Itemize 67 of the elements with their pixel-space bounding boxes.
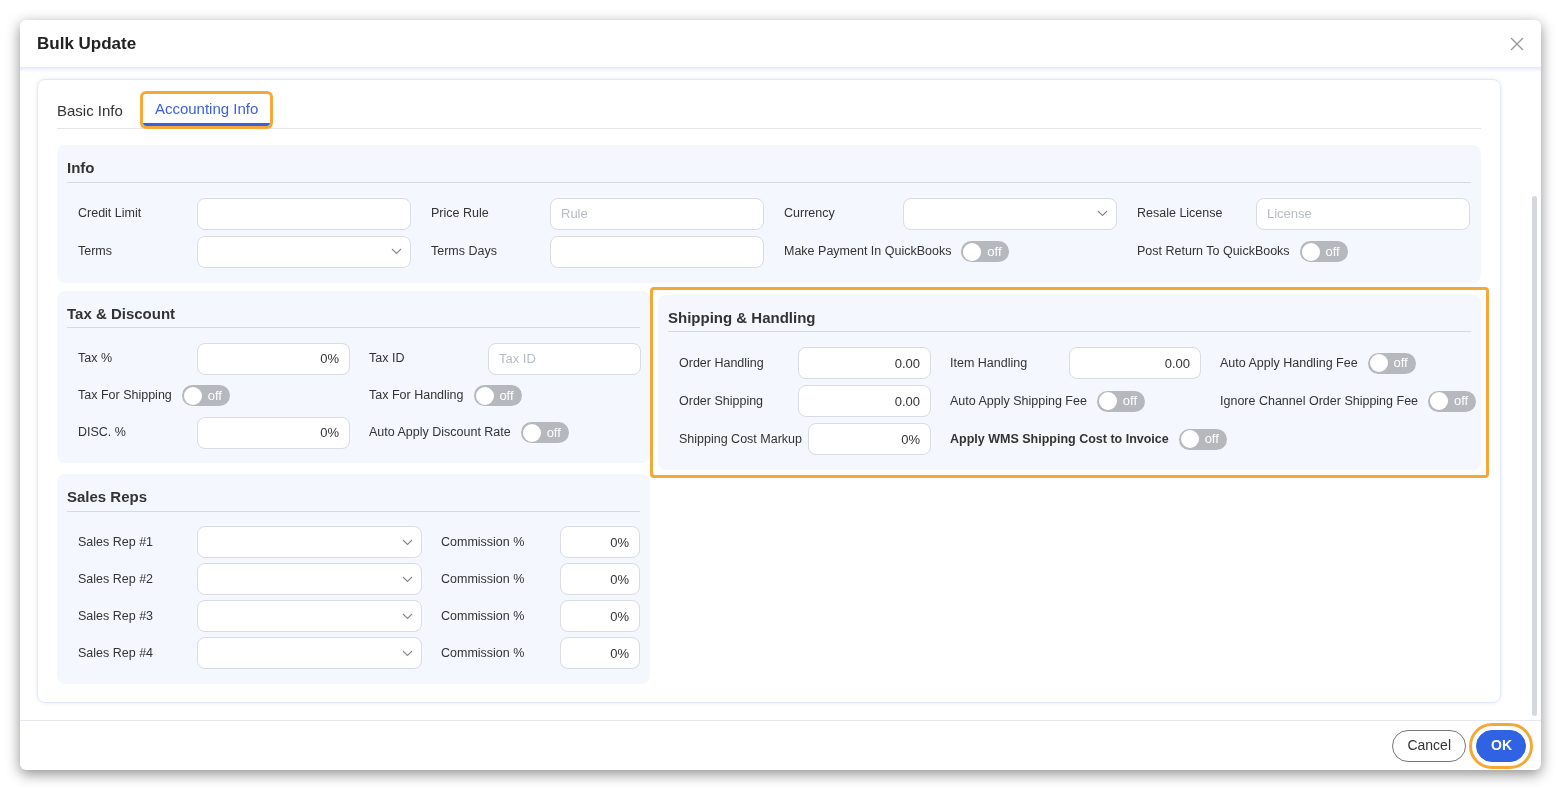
chevron-down-icon [391, 248, 402, 255]
field-label: Sales Rep #3 [78, 607, 155, 625]
chevron-down-icon [402, 649, 413, 657]
tab[interactable]: Basic Info [57, 94, 133, 126]
field-label: Sales Rep #2 [78, 570, 155, 588]
field-label: Terms Days [431, 243, 498, 261]
input-field[interactable] [197, 197, 411, 230]
dropdown[interactable] [197, 600, 422, 632]
input-field[interactable]: License [1256, 197, 1470, 230]
input-field[interactable] [550, 235, 764, 268]
chevron-down-icon [402, 612, 413, 620]
field-label: Commission % [441, 644, 526, 662]
field-label: Order Shipping [679, 392, 765, 410]
field-label: Item Handling [950, 354, 1029, 372]
field-label: Commission % [441, 607, 526, 625]
field-label: Auto Apply Handling Fee [1220, 354, 1359, 372]
field-label: Sales Rep #1 [78, 533, 155, 551]
input-field[interactable]: 0% [560, 637, 640, 669]
field-label: Apply WMS Shipping Cost to Invoice [950, 430, 1170, 448]
field-label: Post Return To QuickBooks [1137, 243, 1291, 261]
field-label: Tax % [78, 350, 114, 368]
input-field[interactable]: 0% [560, 526, 640, 558]
field-label: Tax For Shipping [78, 387, 173, 405]
input-field[interactable]: 0.00 [1069, 347, 1201, 379]
dialog-title: Bulk Update [37, 32, 137, 55]
input-field[interactable]: 0.00 [798, 385, 931, 417]
input-field[interactable]: 0% [560, 563, 640, 595]
tab[interactable]: Accounting Info [142, 94, 271, 126]
input-field[interactable]: 0% [560, 600, 640, 632]
field-label: Order Handling [679, 354, 765, 372]
field-label: Currency [784, 205, 836, 223]
input-field[interactable]: 0.00 [798, 347, 931, 379]
field-label: DISC. % [78, 424, 127, 442]
field-label: Price Rule [431, 205, 490, 223]
field-label: Commission % [441, 533, 526, 551]
dropdown[interactable] [197, 563, 422, 595]
dropdown[interactable] [903, 197, 1117, 230]
section-title: Tax & Discount [67, 302, 640, 328]
cancel-button[interactable]: Cancel [1392, 729, 1466, 762]
field-label: Tax For Handling [369, 387, 465, 405]
field-label: Ignore Channel Order Shipping Fee [1220, 392, 1420, 410]
close-icon[interactable] [1510, 36, 1524, 51]
field-label: Auto Apply Discount Rate [369, 424, 512, 442]
chevron-down-icon [402, 538, 413, 546]
field-label: Shipping Cost Markup [679, 430, 803, 448]
field-label: Tax ID [369, 350, 406, 368]
field-label: Resale License [1137, 205, 1224, 223]
field-label: Terms [78, 243, 114, 261]
field-label: Make Payment In QuickBooks [784, 243, 953, 261]
chevron-down-icon [402, 575, 413, 583]
dropdown[interactable] [197, 235, 411, 268]
input-field[interactable]: 0% [808, 423, 931, 455]
section-title: Shipping & Handling [668, 306, 1471, 332]
section-title: Info [67, 157, 1471, 183]
section-title: Sales Reps [67, 486, 640, 512]
input-field[interactable]: Tax ID [488, 342, 641, 375]
dropdown[interactable] [197, 637, 422, 669]
input-field[interactable]: 0% [197, 342, 350, 375]
input-field[interactable]: 0% [197, 416, 350, 449]
field-label: Commission % [441, 570, 526, 588]
chevron-down-icon [1097, 210, 1108, 217]
scrollbar-thumb[interactable] [1532, 196, 1537, 716]
input-field[interactable]: Rule [550, 197, 764, 230]
field-label: Sales Rep #4 [78, 644, 155, 662]
field-label: Credit Limit [78, 205, 143, 223]
field-label: Auto Apply Shipping Fee [950, 392, 1088, 410]
dropdown[interactable] [197, 526, 422, 558]
